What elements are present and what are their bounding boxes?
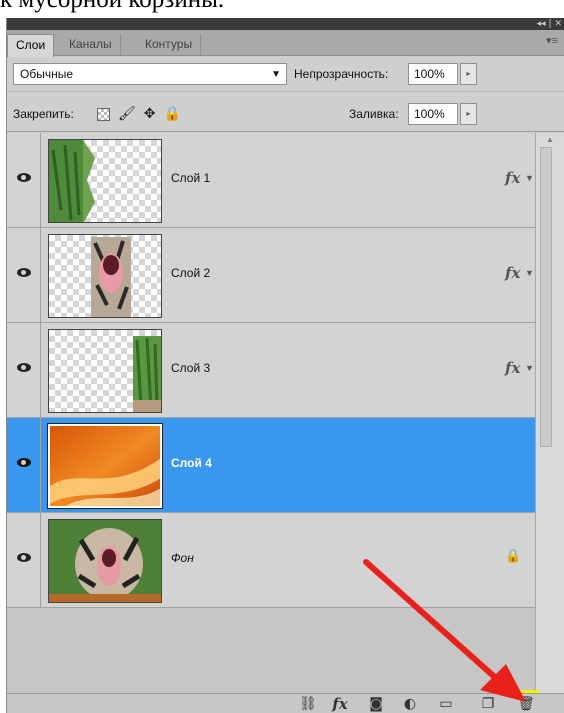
padlock-icon: 🔒 <box>505 549 522 564</box>
mask-icon[interactable]: ◙ <box>365 694 387 713</box>
eye-icon <box>17 268 31 277</box>
eye-icon <box>17 363 31 372</box>
tab-channels[interactable]: Каналы <box>61 34 121 56</box>
visibility-toggle[interactable] <box>7 228 41 322</box>
layer-list-scrollbar[interactable]: ▲ <box>535 133 564 693</box>
layer-name[interactable]: Фон <box>171 551 194 565</box>
panel-tabs: Слои Каналы Контуры ▾≡ <box>7 30 564 57</box>
group-icon[interactable]: ▭ <box>435 694 457 713</box>
fill-slider-button[interactable]: ▸ <box>460 103 477 125</box>
trash-icon[interactable]: 🗑 <box>515 694 537 713</box>
layer-row-4[interactable]: Слой 4 <box>7 418 535 513</box>
move-lock-icon[interactable]: ✥ <box>144 107 156 121</box>
scroll-thumb[interactable] <box>540 147 552 447</box>
layer-name[interactable]: Слой 2 <box>171 266 210 280</box>
layer-list: Слой 1 fx ▼ Слой 2 fx ▼ Слой 3 fx ▼ Слой… <box>7 133 535 693</box>
page-caption: к мусорной корзины. <box>0 0 564 16</box>
blend-mode-value: Обычные <box>20 67 74 81</box>
window-controls[interactable]: ◂◂ | ✕ <box>537 18 562 30</box>
chevron-down-icon: ▼ <box>271 69 281 80</box>
layer-name[interactable]: Слой 4 <box>171 456 212 470</box>
visibility-toggle[interactable] <box>7 513 41 607</box>
chevron-down-icon[interactable]: ▼ <box>525 363 534 373</box>
eye-icon <box>17 553 31 562</box>
fill-label: Заливка: <box>349 107 399 121</box>
link-icon[interactable]: ⛓ <box>297 694 319 713</box>
fill-input[interactable]: 100% <box>408 103 458 125</box>
new-layer-icon[interactable]: ❐ <box>477 694 499 713</box>
layer-thumbnail <box>48 519 162 603</box>
layer-row-2[interactable]: Слой 2 fx ▼ <box>7 228 535 323</box>
layer-thumbnail <box>47 423 163 509</box>
eye-icon <box>17 173 31 182</box>
lock-label: Закрепить: <box>13 107 74 121</box>
layer-name[interactable]: Слой 3 <box>171 361 210 375</box>
layer-thumbnail <box>48 329 162 413</box>
eye-icon <box>17 458 31 467</box>
layer-thumbnail <box>48 234 162 318</box>
chevron-down-icon[interactable]: ▼ <box>525 173 534 183</box>
blend-mode-select[interactable]: Обычные ▼ <box>13 63 287 85</box>
panel-menu-icon[interactable]: ▾≡ <box>546 34 558 47</box>
visibility-toggle[interactable] <box>7 418 41 512</box>
lock-fill-row: Закрепить: 🖌 ✥ 🔒 Заливка: 100% ▸ <box>7 98 564 132</box>
opacity-slider-button[interactable]: ▸ <box>460 63 477 85</box>
padlock-icon[interactable]: 🔒 <box>164 107 181 121</box>
brush-lock-icon[interactable]: 🖌 <box>118 107 136 121</box>
fx-icon[interactable]: fx <box>505 169 520 187</box>
visibility-toggle[interactable] <box>7 133 41 227</box>
layer-thumbnail <box>48 139 162 223</box>
chevron-down-icon[interactable]: ▼ <box>525 268 534 278</box>
layer-row-3[interactable]: Слой 3 fx ▼ <box>7 323 535 418</box>
fx-icon[interactable]: fx <box>505 264 520 282</box>
panel-title-strip: ◂◂ | ✕ <box>7 18 564 30</box>
tab-paths[interactable]: Контуры <box>137 34 202 56</box>
opacity-input[interactable]: 100% <box>408 63 458 85</box>
opacity-label: Непрозрачность: <box>294 67 389 81</box>
layer-row-5[interactable]: Фон 🔒 <box>7 513 535 608</box>
blend-opacity-row: Обычные ▼ Непрозрачность: 100% ▸ <box>7 56 564 92</box>
layers-panel: ◂◂ | ✕ Слои Каналы Контуры ▾≡ Обычные ▼ … <box>6 18 564 713</box>
layer-name[interactable]: Слой 1 <box>171 171 210 185</box>
panel-bottom-toolbar: ⛓ fx ◙ ◐ ▭ ❐ 🗑 <box>7 693 564 713</box>
visibility-toggle[interactable] <box>7 323 41 417</box>
layer-row-1[interactable]: Слой 1 fx ▼ <box>7 133 535 228</box>
adjustment-icon[interactable]: ◐ <box>399 694 421 713</box>
fx-icon[interactable]: fx <box>329 694 351 713</box>
transparency-lock-icon[interactable] <box>97 107 110 121</box>
scroll-up-icon[interactable]: ▲ <box>546 135 554 144</box>
fx-icon[interactable]: fx <box>505 359 520 377</box>
tab-layers[interactable]: Слои <box>7 34 55 57</box>
